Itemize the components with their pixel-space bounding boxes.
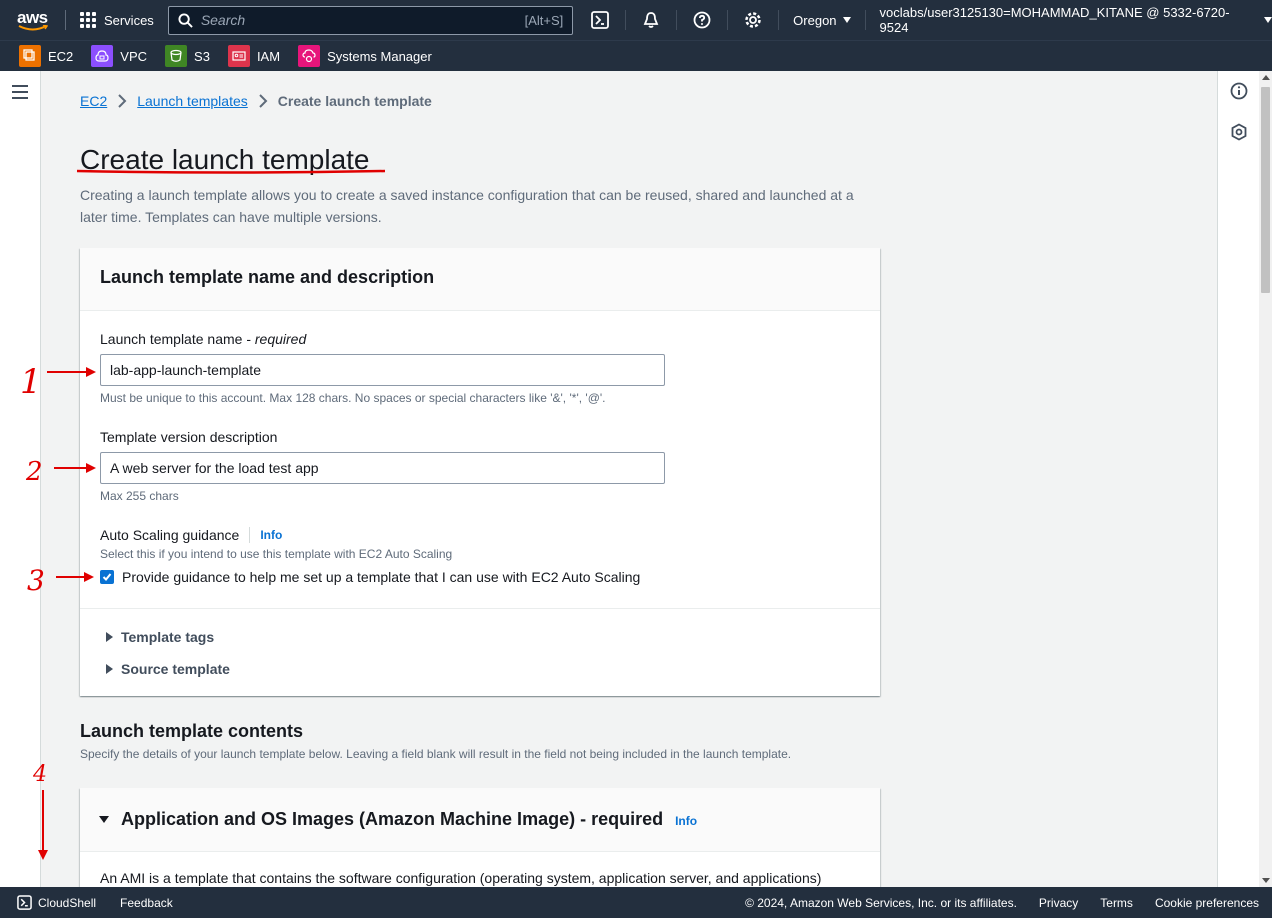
favorite-vpc[interactable]: VPC (91, 45, 147, 67)
favorite-iam[interactable]: IAM (227, 45, 281, 67)
ami-panel: Application and OS Images (Amazon Machin… (80, 788, 880, 898)
copyright-text: © 2024, Amazon Web Services, Inc. or its… (745, 895, 1017, 910)
cloudshell-button[interactable]: CloudShell (17, 895, 96, 910)
search-input[interactable] (200, 12, 525, 28)
top-navigation: aws Services [Alt+S] Oregon voclabs/user… (0, 0, 1272, 40)
auto-scaling-guidance-label: Auto Scaling guidance (100, 527, 240, 543)
template-tags-expander[interactable]: Template tags (106, 629, 214, 645)
expander-label: Template tags (121, 629, 215, 645)
search-shortcut: [Alt+S] (524, 12, 564, 28)
favorite-label: S3 (194, 48, 210, 64)
cloudshell-icon[interactable] (589, 9, 611, 31)
auto-scaling-guidance-checkbox-row[interactable]: Provide guidance to help me set up a tem… (100, 569, 640, 585)
ami-panel-header[interactable]: Application and OS Images (Amazon Machin… (80, 788, 880, 852)
aws-smile-icon (18, 25, 48, 31)
grid-icon (79, 12, 96, 28)
scroll-down-arrow-icon[interactable] (1262, 878, 1270, 883)
launch-template-contents-title: Launch template contents (80, 721, 304, 741)
ec2-icon (19, 45, 41, 67)
caret-down-icon (842, 17, 851, 23)
breadcrumb: EC2 Launch templates Create launch templ… (80, 93, 432, 109)
favorite-label: EC2 (48, 48, 74, 64)
breadcrumb-current: Create launch template (277, 93, 432, 109)
ami-description: An AMI is a template that contains the s… (100, 870, 822, 886)
vpc-icon (91, 45, 114, 67)
search-bar[interactable]: [Alt+S] (167, 5, 574, 35)
template-name-input[interactable] (100, 354, 665, 386)
breadcrumb-launch-templates-link[interactable]: Launch templates (137, 93, 248, 109)
template-version-description-label: Template version description (100, 429, 278, 445)
page-description: Creating a launch template allows you to… (80, 187, 854, 225)
ami-panel-title: Application and OS Images (Amazon Machin… (121, 809, 664, 829)
launch-template-contents-description: Specify the details of your launch templ… (80, 747, 792, 761)
scrollbar-thumb[interactable] (1261, 87, 1270, 293)
account-label: voclabs/user3125130=MOHAMMAD_KITANE @ 53… (879, 5, 1230, 35)
cookie-preferences-link[interactable]: Cookie preferences (1155, 896, 1259, 910)
favorite-label: Systems Manager (327, 48, 432, 64)
source-template-expander[interactable]: Source template (106, 661, 230, 677)
privacy-link[interactable]: Privacy (1039, 896, 1078, 910)
expander-label: Source template (121, 661, 230, 677)
left-rail (0, 71, 41, 887)
breadcrumb-ec2-link[interactable]: EC2 (80, 93, 107, 109)
caret-right-icon (106, 632, 113, 642)
page-title: Create launch template (80, 144, 370, 175)
region-label: Oregon (793, 12, 837, 28)
chevron-right-icon (118, 94, 127, 108)
services-menu-button[interactable]: Services (79, 12, 154, 28)
nav-separator (727, 10, 729, 30)
favorites-bar: EC2 VPC S3 IAM Systems Manager (0, 40, 1272, 71)
chevron-right-icon (259, 94, 268, 108)
favorite-s3[interactable]: S3 (165, 45, 210, 67)
terms-link[interactable]: Terms (1100, 896, 1133, 910)
systems-manager-icon (298, 45, 321, 67)
nav-separator (625, 10, 627, 30)
aws-logo[interactable]: aws (17, 5, 51, 35)
auto-scaling-checkbox-label: Provide guidance to help me set up a tem… (122, 569, 641, 585)
template-name-label: Launch template name - required (100, 331, 307, 347)
panel-header: Launch template name and description (80, 248, 880, 311)
name-description-panel: Launch template name and description Lau… (80, 248, 880, 696)
notifications-bell-icon[interactable] (640, 9, 662, 31)
account-menu[interactable]: voclabs/user3125130=MOHAMMAD_KITANE @ 53… (880, 5, 1272, 35)
hexagon-settings-icon[interactable] (1230, 123, 1248, 141)
checkmark-icon (102, 573, 112, 581)
caret-down-icon (1264, 17, 1272, 23)
search-icon (178, 12, 193, 28)
cloudshell-icon (17, 895, 32, 910)
hamburger-menu-icon[interactable] (12, 85, 28, 103)
help-icon[interactable] (691, 9, 713, 31)
template-version-description-input[interactable] (100, 452, 665, 484)
panel-divider (80, 608, 880, 609)
info-circle-icon[interactable] (1230, 82, 1248, 100)
favorite-ec2[interactable]: EC2 (19, 45, 73, 67)
page-scrollbar[interactable] (1259, 71, 1272, 887)
right-rail (1217, 71, 1259, 887)
caret-down-icon (99, 816, 109, 823)
auto-scaling-info-link[interactable]: Info (260, 528, 282, 542)
region-selector[interactable]: Oregon (793, 12, 851, 28)
nav-separator (864, 10, 866, 30)
services-label: Services (103, 12, 154, 28)
settings-gear-icon[interactable] (742, 9, 764, 31)
auto-scaling-hint: Select this if you intend to use this te… (100, 547, 453, 561)
feedback-link[interactable]: Feedback (120, 896, 173, 910)
template-description-constraint: Max 255 chars (100, 489, 179, 503)
iam-icon (227, 45, 250, 67)
auto-scaling-guidance-label-row: Auto Scaling guidance Info (100, 527, 282, 543)
s3-icon (165, 45, 188, 67)
template-name-constraint: Must be unique to this account. Max 128 … (100, 391, 606, 405)
ami-info-link[interactable]: Info (675, 814, 697, 828)
auto-scaling-guidance-checkbox[interactable] (100, 570, 114, 584)
favorite-label: IAM (256, 48, 281, 64)
cloudshell-label: CloudShell (38, 895, 97, 910)
favorite-systems-manager[interactable]: Systems Manager (298, 45, 432, 67)
nav-separator (676, 10, 678, 30)
caret-right-icon (106, 664, 113, 674)
nav-separator (778, 10, 780, 30)
favorite-label: VPC (120, 48, 148, 64)
scroll-up-arrow-icon[interactable] (1262, 75, 1270, 80)
nav-divider (64, 10, 66, 30)
footer: CloudShell Feedback © 2024, Amazon Web S… (0, 887, 1272, 918)
